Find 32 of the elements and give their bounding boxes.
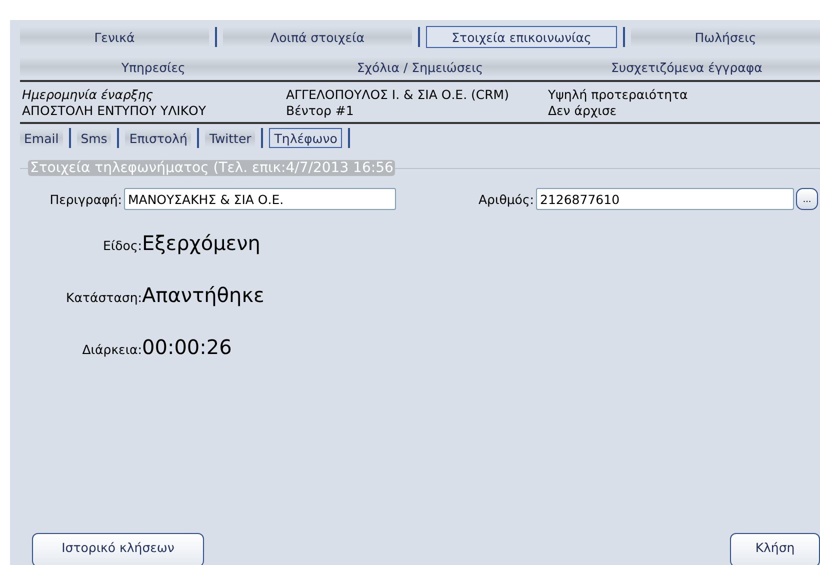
tab[interactable]: Λοιπά στοιχεία: [223, 27, 412, 47]
tab[interactable]: Συσχετιζόμενα έγγραφα: [553, 57, 820, 77]
priority-text: Υψηλή προτεραιότητα: [548, 87, 689, 102]
tab[interactable]: Υπηρεσίες: [20, 57, 287, 77]
subject-text: ΑΠΟΣΤΟΛΗ ΕΝΤΥΠΟΥ ΥΛΙΚΟΥ: [22, 103, 207, 118]
detail-value: 00:00:26: [142, 335, 232, 359]
number-label: Αριθμός:: [477, 192, 535, 206]
detail-value: Εξερχόμενη: [142, 231, 260, 255]
channel-tab[interactable]: Twitter: [205, 129, 256, 147]
detail-label: Κατάσταση:: [65, 290, 142, 305]
channel-tab[interactable]: Sms: [76, 129, 112, 147]
group-title: Στοιχεία τηλεφωνήματος (Τελ. επικ:4/7/2013 16:56: [28, 160, 396, 176]
vendor-text: Βέντορ #1: [286, 103, 355, 118]
detail-label: Διάρκεια:: [81, 342, 142, 357]
status-text: Δεν άρχισε: [548, 103, 618, 118]
description-field[interactable]: ΜΑΝΟΥΣΑΚΗΣ & ΣΙΑ Ο.Ε.: [124, 188, 396, 210]
company-text: ΑΓΓΕΛΟΠΟΥΛΟΣ Ι. & ΣΙΑ Ο.Ε. (CRM): [286, 87, 510, 102]
call-button[interactable]: Κλήση: [730, 533, 820, 565]
call-history-button[interactable]: Ιστορικό κλήσεων: [32, 533, 204, 565]
channel-tab[interactable]: Email: [20, 129, 63, 147]
description-label: Περιγραφή:: [48, 192, 123, 206]
tab[interactable]: Σχόλια / Σημειώσεις: [286, 57, 554, 77]
detail-label: Είδος:: [102, 238, 142, 253]
tab[interactable]: Γενικά: [20, 27, 209, 47]
tab[interactable]: Πωλήσεις: [631, 27, 820, 47]
detail-value: Απαντήθηκε: [142, 283, 264, 307]
start-date-label: Ημερομηνία έναρξης: [22, 87, 154, 102]
browse-button[interactable]: ...: [796, 188, 818, 210]
channel-tab[interactable]: Τηλέφωνο: [269, 128, 342, 148]
number-field[interactable]: 2126877610: [536, 188, 794, 210]
channel-tab[interactable]: Επιστολή: [125, 129, 192, 147]
tab[interactable]: Στοιχεία επικοινωνίας: [426, 26, 617, 48]
